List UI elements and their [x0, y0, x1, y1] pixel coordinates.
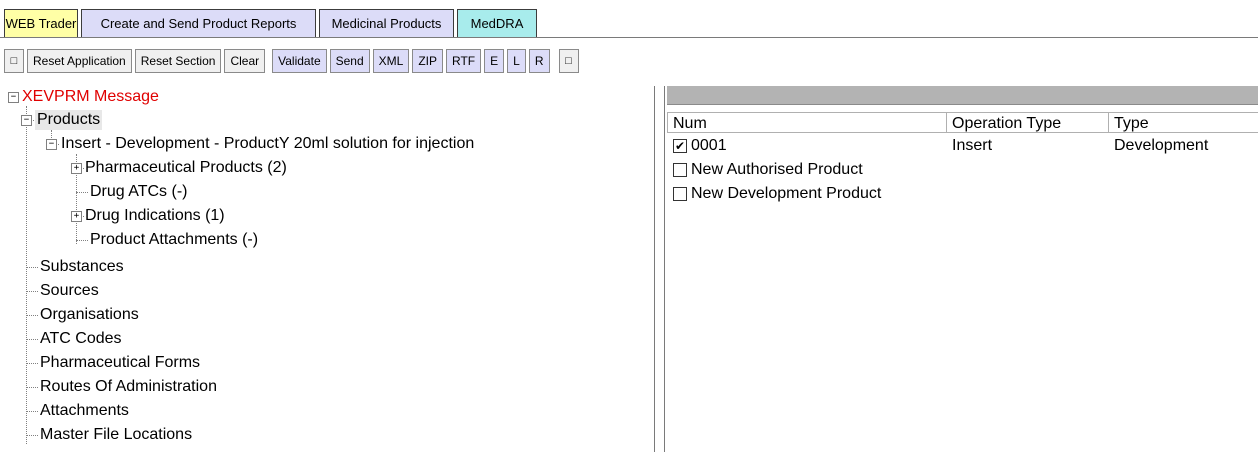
tree-node-attachments[interactable]: Attachments: [40, 401, 129, 421]
send-button[interactable]: Send: [329, 49, 370, 73]
message-tree: − − − + + XEVPRM Message Products Insert…: [4, 86, 655, 452]
tree-node-products[interactable]: Products: [35, 110, 103, 130]
collapse-icon[interactable]: −: [21, 115, 32, 126]
column-header-operation-type[interactable]: Operation Type: [947, 112, 1109, 133]
app-tabs: WEB Trader Create and Send Product Repor…: [4, 9, 540, 38]
tree-node-drug-indications[interactable]: Drug Indications (1): [85, 206, 225, 226]
tree-node-drug-atcs[interactable]: Drug ATCs (-): [90, 182, 187, 202]
tab-create-send-product-reports[interactable]: Create and Send Product Reports: [81, 9, 316, 38]
row-num: New Authorised Product: [691, 161, 863, 178]
tree-node-master-file-locations[interactable]: Master File Locations: [40, 425, 192, 445]
tree-node-product-attachments[interactable]: Product Attachments (-): [90, 230, 258, 250]
tree-connector: [26, 106, 27, 444]
expand-icon[interactable]: +: [71, 163, 82, 174]
row-checkbox[interactable]: [673, 187, 687, 201]
reset-application-button[interactable]: Reset Application: [27, 49, 132, 73]
tree-node-organisations[interactable]: Organisations: [40, 305, 139, 325]
tree-node-insert-development-producty[interactable]: Insert - Development - ProductY 20ml sol…: [61, 134, 474, 154]
collapse-icon[interactable]: −: [46, 139, 57, 150]
zip-button[interactable]: ZIP: [412, 49, 444, 73]
panel-header-band: [667, 86, 1258, 105]
table-row[interactable]: New Development Product: [673, 184, 1257, 204]
e-button[interactable]: E: [484, 49, 505, 73]
xml-button[interactable]: XML: [372, 49, 410, 73]
tree-node-substances[interactable]: Substances: [40, 257, 124, 277]
l-button[interactable]: L: [507, 49, 526, 73]
tab-web-trader[interactable]: WEB Trader: [4, 9, 78, 38]
tab-medicinal-products[interactable]: Medicinal Products: [319, 9, 454, 38]
row-type: Development: [1114, 137, 1209, 154]
collapse-icon[interactable]: −: [8, 92, 19, 103]
tree-connector: [26, 411, 38, 412]
tree-connector: [76, 240, 88, 241]
tree-node-routes-of-administration[interactable]: Routes Of Administration: [40, 377, 217, 397]
row-checkbox[interactable]: [673, 163, 687, 177]
tree-node-atc-codes[interactable]: ATC Codes: [40, 329, 122, 349]
toolbar: □ Reset Application Reset Section Clear …: [4, 48, 582, 74]
rtf-button[interactable]: RTF: [446, 49, 482, 73]
tree-connector: [26, 363, 38, 364]
tabs-divider: [0, 37, 1258, 38]
row-num: New Development Product: [691, 185, 882, 202]
column-header-type[interactable]: Type: [1109, 112, 1258, 133]
tree-connector: [26, 267, 38, 268]
validate-button[interactable]: Validate: [272, 49, 327, 73]
tree-connector: [26, 291, 38, 292]
tree-connector: [26, 387, 38, 388]
reset-section-button[interactable]: Reset Section: [134, 49, 222, 73]
expand-icon[interactable]: +: [71, 211, 82, 222]
tree-node-xevprm-message[interactable]: XEVPRM Message: [22, 87, 159, 107]
tree-node-pharmaceutical-forms[interactable]: Pharmaceutical Forms: [40, 353, 200, 373]
r-button[interactable]: R: [528, 49, 550, 73]
tab-meddra[interactable]: MedDRA: [457, 9, 537, 38]
tree-connector: [76, 192, 88, 193]
column-header-num[interactable]: Num: [667, 112, 947, 133]
toggle-square-button[interactable]: □: [4, 49, 24, 73]
tree-connector: [26, 315, 38, 316]
products-list-panel: Num Operation Type Type ✔ 0001 Insert De…: [664, 86, 1258, 452]
row-checkbox[interactable]: ✔: [673, 139, 687, 153]
tree-connector: [26, 435, 38, 436]
table-row[interactable]: ✔ 0001 Insert Development: [673, 136, 1257, 156]
clear-button[interactable]: Clear: [224, 49, 266, 73]
row-operation-type: Insert: [952, 137, 993, 154]
row-num: 0001: [691, 137, 727, 154]
tree-node-pharmaceutical-products[interactable]: Pharmaceutical Products (2): [85, 158, 287, 178]
tree-connector: [26, 339, 38, 340]
tree-node-sources[interactable]: Sources: [40, 281, 99, 301]
maximize-square-button[interactable]: □: [558, 49, 579, 73]
table-header: Num Operation Type Type: [667, 112, 1258, 134]
table-row[interactable]: New Authorised Product: [673, 160, 1257, 180]
